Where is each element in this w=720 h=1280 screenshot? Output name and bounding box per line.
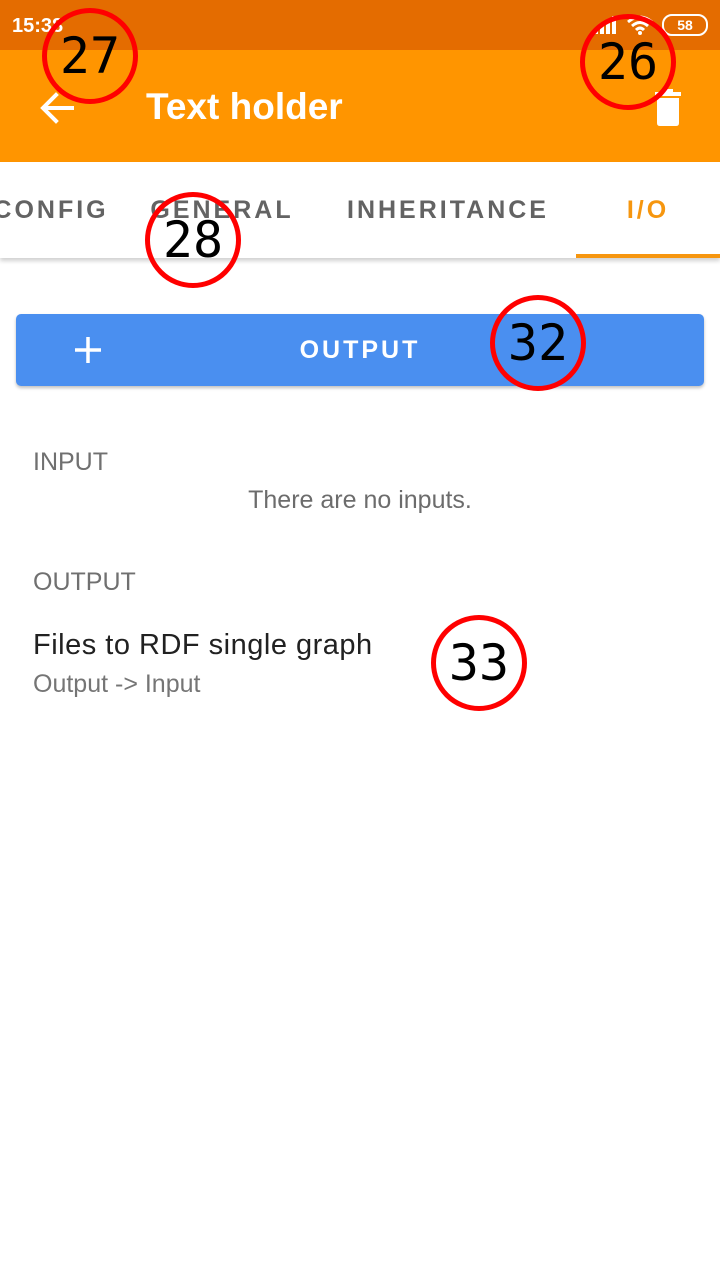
marker-26: 26: [580, 14, 676, 110]
screen: 15:38 58 Text holder CONFIG GENERAL INHE…: [0, 0, 720, 1280]
add-output-button[interactable]: OUTPUT: [16, 314, 704, 386]
tab-config[interactable]: CONFIG: [0, 162, 122, 258]
tab-io[interactable]: I/O: [576, 162, 720, 258]
tab-indicator: [576, 254, 720, 258]
output-list-item[interactable]: Files to RDF single graph Output -> Inpu…: [33, 626, 673, 716]
marker-27: 27: [42, 8, 138, 104]
page-title: Text holder: [146, 86, 343, 127]
marker-28: 28: [145, 192, 241, 288]
marker-33: 33: [431, 615, 527, 711]
output-item-subtitle: Output -> Input: [33, 670, 201, 698]
input-section-label: INPUT: [33, 448, 108, 476]
battery-indicator: 58: [662, 14, 708, 36]
tab-inheritance[interactable]: INHERITANCE: [322, 162, 574, 258]
plus-icon: [75, 337, 101, 363]
output-section-label: OUTPUT: [33, 568, 136, 596]
output-item-title: Files to RDF single graph: [33, 629, 373, 661]
add-output-button-label: OUTPUT: [299, 335, 421, 364]
marker-32: 32: [490, 295, 586, 391]
no-inputs-message: There are no inputs.: [248, 486, 472, 514]
tab-bar: CONFIG GENERAL INHERITANCE I/O: [0, 162, 720, 258]
